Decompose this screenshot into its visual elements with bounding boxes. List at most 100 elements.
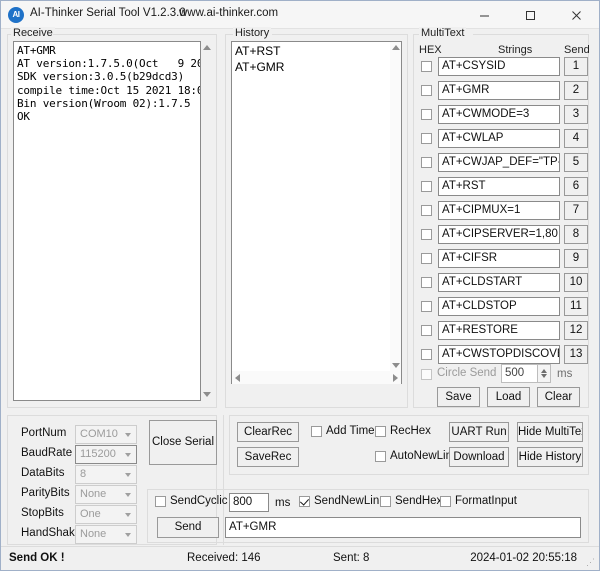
download-button[interactable]: Download <box>449 447 509 467</box>
cyclic-interval-input[interactable]: 800 <box>229 493 269 512</box>
multitext-string-input[interactable]: AT+RST <box>438 177 560 196</box>
scroll-up-icon[interactable] <box>203 45 211 50</box>
multitext-string-input[interactable]: AT+GMR <box>438 81 560 100</box>
multitext-string-input[interactable]: AT+CLDSTART <box>438 273 560 292</box>
multitext-string-input[interactable]: AT+CLDSTOP <box>438 297 560 316</box>
circle-interval-spinner[interactable] <box>538 364 551 383</box>
multitext-hex-checkbox[interactable] <box>421 205 432 216</box>
add-time-label: Add Time <box>326 425 375 437</box>
circle-send-checkbox[interactable] <box>421 369 432 380</box>
circle-send-label: Circle Send <box>437 367 496 379</box>
serial-field-value: None <box>80 528 106 540</box>
multitext-col-send: Send <box>564 44 590 56</box>
chevron-down-icon[interactable] <box>125 473 131 477</box>
multitext-send-button[interactable]: 10 <box>564 273 588 292</box>
multitext-load-button[interactable]: Load <box>487 387 530 407</box>
multitext-send-button[interactable]: 9 <box>564 249 588 268</box>
multitext-send-button[interactable]: 3 <box>564 105 588 124</box>
multitext-hex-checkbox[interactable] <box>421 349 432 360</box>
multitext-hex-checkbox[interactable] <box>421 325 432 336</box>
minimize-button[interactable] <box>461 1 507 29</box>
multitext-hex-checkbox[interactable] <box>421 181 432 192</box>
chevron-down-icon[interactable] <box>125 513 131 517</box>
hide-multitext-button[interactable]: Hide MultiText <box>517 422 583 442</box>
chevron-down-icon[interactable] <box>125 493 131 497</box>
chevron-down-icon[interactable] <box>125 433 131 437</box>
multitext-send-button[interactable]: 12 <box>564 321 588 340</box>
send-newline-checkbox[interactable] <box>299 496 310 507</box>
multitext-string-input[interactable]: AT+CWMODE=3 <box>438 105 560 124</box>
history-textarea[interactable]: AT+RST AT+GMR <box>231 41 402 384</box>
multitext-send-button[interactable]: 4 <box>564 129 588 148</box>
multitext-send-button[interactable]: 7 <box>564 201 588 220</box>
multitext-string-input[interactable]: AT+CSYSID <box>438 57 560 76</box>
scroll-down-icon[interactable] <box>203 392 211 397</box>
multitext-string-input[interactable]: AT+CWLAP <box>438 129 560 148</box>
hide-history-button[interactable]: Hide History <box>517 447 583 467</box>
multitext-clear-button[interactable]: Clear <box>537 387 580 407</box>
multitext-hex-checkbox[interactable] <box>421 229 432 240</box>
multitext-send-button[interactable]: 11 <box>564 297 588 316</box>
multitext-hex-checkbox[interactable] <box>421 301 432 312</box>
receive-textarea[interactable]: AT+GMR AT version:1.7.5.0(Oct 9 2021 09:… <box>13 41 201 401</box>
send-button[interactable]: Send <box>157 517 219 538</box>
history-vertical-scrollbar[interactable] <box>390 42 401 371</box>
multitext-hex-checkbox[interactable] <box>421 133 432 144</box>
history-scroll-right-icon[interactable] <box>393 374 398 382</box>
multitext-string-input[interactable]: AT+CIPSERVER=1,80 <box>438 225 560 244</box>
uart-run-button[interactable]: UART Run <box>449 422 509 442</box>
history-scroll-down-icon[interactable] <box>392 363 400 368</box>
send-cyclic-label: SendCyclic <box>170 495 228 507</box>
send-hex-label: SendHex <box>395 495 442 507</box>
maximize-button[interactable] <box>507 1 553 29</box>
send-hex-checkbox[interactable] <box>380 496 391 507</box>
add-time-checkbox[interactable] <box>311 426 322 437</box>
spinner-up-icon[interactable] <box>541 369 547 373</box>
multitext-save-button[interactable]: Save <box>437 387 480 407</box>
serial-field-select[interactable]: None <box>75 485 137 504</box>
multitext-send-button[interactable]: 1 <box>564 57 588 76</box>
close-button[interactable] <box>553 1 599 29</box>
clear-rec-button[interactable]: ClearRec <box>237 422 299 442</box>
multitext-string-input[interactable]: AT+CIFSR <box>438 249 560 268</box>
history-horizontal-scrollbar[interactable] <box>232 371 401 384</box>
multitext-string-input[interactable]: AT+RESTORE <box>438 321 560 340</box>
multitext-hex-checkbox[interactable] <box>421 85 432 96</box>
circle-interval-input[interactable]: 500 <box>501 364 538 383</box>
multitext-send-button[interactable]: 6 <box>564 177 588 196</box>
send-cyclic-checkbox[interactable] <box>155 496 166 507</box>
multitext-send-button[interactable]: 5 <box>564 153 588 172</box>
receive-vertical-scrollbar[interactable] <box>201 41 213 401</box>
multitext-string-input[interactable]: AT+CWSTOPDISCOVER <box>438 345 560 364</box>
toggle-serial-button[interactable]: Close Serial <box>149 420 217 465</box>
multitext-hex-checkbox[interactable] <box>421 109 432 120</box>
chevron-down-icon[interactable] <box>125 533 131 537</box>
auto-newline-checkbox[interactable] <box>375 451 386 462</box>
format-input-checkbox[interactable] <box>440 496 451 507</box>
multitext-send-button[interactable]: 13 <box>564 345 588 364</box>
serial-field-select[interactable]: COM10 <box>75 425 137 444</box>
rec-hex-checkbox[interactable] <box>375 426 386 437</box>
multitext-hex-checkbox[interactable] <box>421 61 432 72</box>
history-scroll-up-icon[interactable] <box>392 45 400 50</box>
send-text-input[interactable]: AT+GMR <box>225 517 581 538</box>
save-rec-button[interactable]: SaveRec <box>237 447 299 467</box>
multitext-send-button[interactable]: 8 <box>564 225 588 244</box>
multitext-string-input[interactable]: AT+CIPMUX=1 <box>438 201 560 220</box>
multitext-hex-checkbox[interactable] <box>421 157 432 168</box>
chevron-down-icon[interactable] <box>125 453 131 457</box>
serial-field-select[interactable]: One <box>75 505 137 524</box>
history-line-0: AT+RST <box>232 42 401 60</box>
multitext-hex-checkbox[interactable] <box>421 277 432 288</box>
spinner-down-icon[interactable] <box>541 374 547 378</box>
resize-grip-icon[interactable]: ⋰ <box>586 557 596 567</box>
multitext-send-button[interactable]: 2 <box>564 81 588 100</box>
serial-tool-window: AI AI-Thinker Serial Tool V1.2.3.0 www.a… <box>0 0 600 571</box>
serial-field-label: BaudRate <box>21 447 72 459</box>
multitext-hex-checkbox[interactable] <box>421 253 432 264</box>
multitext-string-input[interactable]: AT+CWJAP_DEF="TP-Link <box>438 153 560 172</box>
serial-field-select[interactable]: 8 <box>75 465 137 484</box>
serial-field-select[interactable]: 115200 <box>75 445 137 464</box>
history-scroll-left-icon[interactable] <box>235 374 240 382</box>
serial-field-select[interactable]: None <box>75 525 137 544</box>
